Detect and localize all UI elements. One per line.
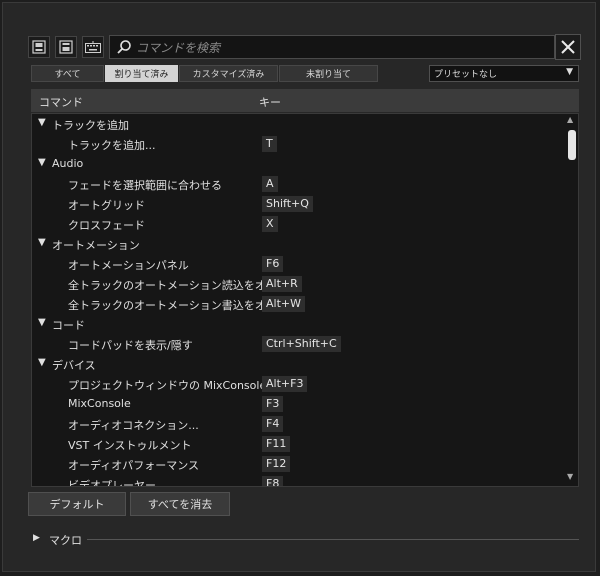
command-label: オーディオコネクション... [68,419,199,432]
command-label: トラックを追加... [68,139,156,152]
search-field[interactable] [109,35,555,59]
chevron-down-icon: ▼ [566,67,573,77]
table-header: コマンド キー [31,89,579,112]
command-group[interactable]: ▼ コード [32,314,566,334]
keyboard-import-icon[interactable] [55,36,77,58]
command-group[interactable]: ▼ トラックを追加 [32,114,566,134]
command-label: クロスフェード [68,219,145,232]
preset-select[interactable]: プリセットなし ▼ [429,65,579,82]
command-row[interactable]: 全トラックのオートメーション書込をオン/. Alt+W [32,294,566,314]
command-row[interactable]: ビデオプレーヤー F8 [32,474,566,487]
command-list: ▼ トラックを追加トラックを追加... T ▼ Audio フェードを選択範囲に合わせる A… [31,113,579,487]
command-label: Audio [52,157,84,170]
search-icon [117,40,131,54]
scrollbar-thumb[interactable] [568,130,576,160]
column-header-command[interactable]: コマンド [39,94,83,110]
command-row[interactable]: オートメーションパネル F6 [32,254,566,274]
scroll-up-icon[interactable]: ▲ [567,115,573,124]
command-label: オートメーション [52,239,140,252]
key-binding[interactable]: Alt+W [262,296,305,312]
default-button[interactable]: デフォルト [28,492,126,516]
scroll-down-icon[interactable]: ▼ [567,472,573,481]
tab-all[interactable]: すべて [31,65,104,82]
tab-assigned[interactable]: 割り当て済み [105,65,178,82]
command-row[interactable]: コードパッドを表示/隠す Ctrl+Shift+C [32,334,566,354]
command-group[interactable]: ▼ オートメーション [32,234,566,254]
tab-unassigned[interactable]: 未割り当て [279,65,378,82]
key-binding[interactable]: F11 [262,436,291,452]
command-label: MixConsole [68,397,131,410]
key-binding[interactable]: X [262,216,278,232]
command-label: オートメーションパネル [68,259,189,272]
vertical-scrollbar[interactable]: ▲ ▼ [565,114,578,486]
keyboard-icon[interactable] [82,36,104,58]
expand-triangle-icon[interactable]: ▶ [33,533,40,543]
command-label: オートグリッド [68,199,145,212]
divider [87,539,579,540]
macro-label: マクロ [49,534,82,547]
command-row[interactable]: 全トラックのオートメーション読込をオン/. Alt+R [32,274,566,294]
command-label: 全トラックのオートメーション読込をオン/. [68,279,284,292]
key-binding[interactable]: F3 [262,396,284,412]
key-binding[interactable]: F12 [262,456,291,472]
command-label: プロジェクトウィンドウの MixConsole [68,379,267,392]
key-binding[interactable]: Shift+Q [262,196,313,212]
command-label: デバイス [52,359,96,372]
key-binding[interactable]: F6 [262,256,284,272]
command-label: コードパッドを表示/隠す [68,339,193,352]
command-label: ビデオプレーヤー [68,479,156,487]
collapse-triangle-icon[interactable]: ▼ [38,117,46,128]
key-commands-window: すべて 割り当て済み カスタマイズ済み 未割り当て プリセットなし ▼ コマンド… [2,2,596,572]
command-row[interactable]: クロスフェード X [32,214,566,234]
command-row[interactable]: フェードを選択範囲に合わせる A [32,174,566,194]
collapse-triangle-icon[interactable]: ▼ [38,317,46,328]
collapse-triangle-icon[interactable]: ▼ [38,357,46,368]
preset-value: プリセットなし [434,70,498,80]
command-row[interactable]: VST インストゥルメント F11 [32,434,566,454]
command-label: VST インストゥルメント [68,439,192,452]
command-row[interactable]: オーディオパフォーマンス F12 [32,454,566,474]
command-label: トラックを追加 [52,119,129,132]
key-binding[interactable]: F4 [262,416,284,432]
command-label: オーディオパフォーマンス [68,459,200,472]
command-row[interactable]: MixConsole F3 [32,394,566,414]
command-label: フェードを選択範囲に合わせる [68,179,222,192]
tab-customized[interactable]: カスタマイズ済み [179,65,278,82]
command-label: コード [52,319,85,332]
filter-tabs: すべて 割り当て済み カスタマイズ済み 未割り当て [31,65,379,82]
key-binding[interactable]: F8 [262,476,284,486]
collapse-triangle-icon[interactable]: ▼ [38,157,46,168]
command-row[interactable]: オートグリッド Shift+Q [32,194,566,214]
command-row[interactable]: トラックを追加... T [32,134,566,154]
command-group[interactable]: ▼ Audio [32,154,566,174]
search-input[interactable] [134,38,538,58]
key-binding[interactable]: Alt+R [262,276,302,292]
command-row[interactable]: プロジェクトウィンドウの MixConsole Alt+F3 [32,374,566,394]
macro-section[interactable]: ▶ マクロ [31,530,579,548]
key-binding[interactable]: A [262,176,278,192]
keyboard-export-icon[interactable] [28,36,50,58]
key-binding[interactable]: Alt+F3 [262,376,308,392]
clear-all-button[interactable]: すべてを消去 [130,492,230,516]
close-icon[interactable] [555,34,581,60]
collapse-triangle-icon[interactable]: ▼ [38,237,46,248]
key-binding[interactable]: Ctrl+Shift+C [262,336,341,352]
column-header-key[interactable]: キー [259,94,281,110]
command-label: 全トラックのオートメーション書込をオン/. [68,299,284,312]
command-row[interactable]: オーディオコネクション... F4 [32,414,566,434]
key-binding[interactable]: T [262,136,277,152]
command-group[interactable]: ▼ デバイス [32,354,566,374]
